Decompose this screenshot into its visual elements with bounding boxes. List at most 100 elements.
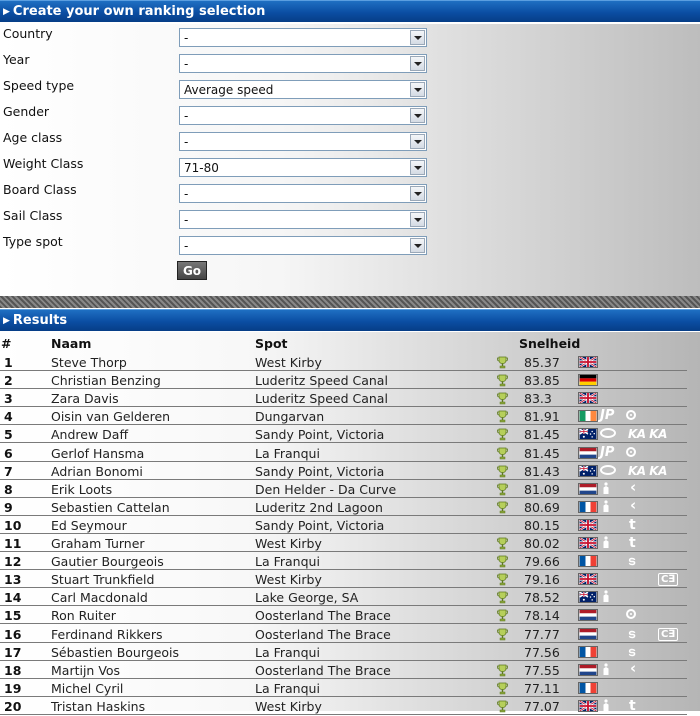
- table-row[interactable]: 16 Ferdinand Rikkers Oosterland The Brace 7…: [0, 625, 687, 643]
- trophy-icon: [497, 483, 508, 496]
- sail-class-select[interactable]: -: [179, 210, 427, 229]
- table-row[interactable]: 9 Sebastien Cattelan Luderitz 2nd Lagoon 80…: [0, 497, 688, 516]
- trophy-icon: [497, 555, 508, 568]
- table-row[interactable]: 3 Zara Davis Luderitz Speed Canal 83.3: [0, 389, 687, 408]
- table-row[interactable]: 13 Stuart Trunkfield West Kirby 79.16 C∃: [0, 570, 687, 589]
- sponsor-logos: JP: [600, 445, 688, 460]
- table-row[interactable]: 12 Gautier Bourgeois La Franqui 79.66 ട: [0, 552, 688, 571]
- dropdown-arrow-icon[interactable]: [410, 82, 425, 97]
- rank-cell: 3: [4, 391, 13, 407]
- speed-cell: 85.37: [524, 355, 560, 370]
- spot-cell: Luderitz Speed Canal: [255, 373, 388, 389]
- table-row[interactable]: 17 Sébastien Bourgeois La Franqui 77.56 ട: [0, 643, 687, 661]
- age-class-select[interactable]: -: [179, 132, 427, 151]
- sponsor-logos: ട: [600, 554, 688, 568]
- table-row[interactable]: 1 Steve Thorp West Kirby 85.37: [0, 353, 687, 371]
- fr-flag-icon: [578, 681, 598, 694]
- results-panel-title: Results: [12, 313, 68, 328]
- rank-cell: 9: [4, 499, 13, 515]
- rank-cell: 7: [4, 463, 13, 479]
- dropdown-arrow-icon[interactable]: [410, 238, 425, 253]
- figure-logo: [602, 663, 610, 678]
- t-logo: t: [629, 516, 636, 533]
- board-class-select-value: -: [184, 187, 189, 201]
- type-spot-select[interactable]: -: [179, 236, 427, 255]
- speed-cell: 78.52: [524, 590, 560, 606]
- dropdown-arrow-icon[interactable]: [410, 160, 425, 175]
- table-row[interactable]: 10 Ed Seymour Sandy Point, Victoria 80.15 t: [0, 516, 687, 534]
- filter-panel-title: Create your own ranking selection: [12, 4, 266, 19]
- spot-cell: West Kirby: [255, 572, 322, 588]
- table-row[interactable]: 7 Adrian Bonomi Sandy Point, Victoria 81.43…: [0, 462, 687, 480]
- spot-cell: Luderitz Speed Canal: [255, 391, 388, 407]
- board-class-label: Board Class: [3, 182, 77, 197]
- table-row[interactable]: 11 Graham Turner West Kirby 80.02 t: [0, 534, 687, 552]
- trophy-icon: [497, 591, 508, 604]
- dropdown-arrow-icon[interactable]: [410, 212, 425, 227]
- name-cell: Adrian Bonomi: [51, 463, 143, 479]
- speed-cell: 83.85: [524, 373, 560, 389]
- rank-cell: 13: [4, 572, 22, 588]
- year-select[interactable]: -: [179, 54, 427, 73]
- dropdown-arrow-icon[interactable]: [410, 56, 425, 71]
- sponsor-logos: [600, 373, 688, 387]
- speed-type-select[interactable]: Average speed: [179, 80, 427, 99]
- country-select[interactable]: -: [179, 28, 427, 47]
- nl-flag-icon: [578, 627, 598, 640]
- spot-cell: West Kirby: [255, 698, 322, 714]
- spot-cell: La Franqui: [255, 445, 320, 461]
- sail-class-label: Sail Class: [3, 208, 63, 223]
- rank-cell: 12: [4, 554, 22, 570]
- gb-flag-icon: [578, 573, 598, 586]
- dropdown-arrow-icon[interactable]: [410, 30, 425, 45]
- dropdown-arrow-icon[interactable]: [410, 186, 425, 201]
- table-row[interactable]: 8 Erik Loots Den Helder - Da Curve 81.09 ‹: [0, 479, 687, 498]
- table-row[interactable]: 15 Ron Ruiter Oosterland The Brace 78.14: [0, 606, 687, 625]
- speed-column-header: Snelheid: [519, 336, 581, 351]
- au-flag-icon: [578, 428, 598, 441]
- table-row[interactable]: 18 Martijn Vos Oosterland The Brace 77.55 ‹: [0, 660, 687, 679]
- speed-cell: 79.66: [524, 554, 560, 570]
- rank-cell: 11: [4, 536, 22, 551]
- table-row[interactable]: 5 Andrew Daff Sandy Point, Victoria 81.45 KA…: [0, 425, 687, 444]
- figure-logo: [602, 536, 610, 551]
- go-button[interactable]: Go: [177, 261, 207, 280]
- country-select-value: -: [184, 31, 189, 45]
- type-spot-label: Type spot: [3, 234, 63, 249]
- speed-cell: 83.3: [524, 391, 552, 407]
- name-cell: Carl Macdonald: [51, 590, 148, 606]
- speed-cell: 81.91: [524, 409, 560, 425]
- figure-logo: [602, 699, 610, 714]
- sponsor-logos: ‹: [600, 497, 688, 515]
- figure-logo: [602, 500, 610, 515]
- oval-logo: [600, 464, 616, 475]
- table-row[interactable]: 19 Michel Cyril La Franqui 77.11: [0, 679, 687, 697]
- dropdown-arrow-icon[interactable]: [410, 108, 425, 123]
- speed-cell: 80.15: [524, 517, 560, 533]
- spot-cell: Luderitz 2nd Lagoon: [255, 499, 383, 515]
- table-row[interactable]: 20 Tristan Haskins West Kirby 77.07 t: [0, 697, 687, 715]
- name-cell: Stuart Trunkfield: [51, 572, 155, 588]
- table-row[interactable]: 14 Carl Macdonald Lake George, SA 78.52: [0, 588, 687, 607]
- nl-flag-icon: [578, 663, 598, 676]
- weight-class-select-value: 71-80: [184, 161, 219, 175]
- table-row[interactable]: 6 Gerlof Hansma La Franqui 81.45 JP: [0, 444, 687, 462]
- table-row[interactable]: 2 Christian Benzing Luderitz Speed Canal 83…: [0, 371, 688, 390]
- name-cell: Michel Cyril: [51, 680, 124, 696]
- spot-cell: Oosterland The Brace: [255, 626, 391, 642]
- name-cell: Oisin van Gelderen: [51, 409, 171, 425]
- name-cell: Ron Ruiter: [51, 608, 116, 624]
- gender-select[interactable]: -: [179, 106, 427, 125]
- trophy-icon: [497, 374, 508, 387]
- name-cell: Ferdinand Rikkers: [51, 626, 163, 642]
- dropdown-arrow-icon[interactable]: [410, 134, 425, 149]
- figure-logo: [602, 590, 610, 605]
- table-row[interactable]: 4 Oisin van Gelderen Dungarvan 81.91 JP: [0, 407, 687, 426]
- rank-cell: 10: [4, 517, 22, 533]
- weight-class-select[interactable]: 71-80: [179, 158, 427, 177]
- trophy-icon: [497, 501, 508, 514]
- speed-cell: 79.16: [524, 572, 560, 588]
- board-class-select[interactable]: -: [179, 184, 427, 203]
- trophy-icon: [497, 609, 508, 622]
- t-logo: t: [629, 535, 636, 551]
